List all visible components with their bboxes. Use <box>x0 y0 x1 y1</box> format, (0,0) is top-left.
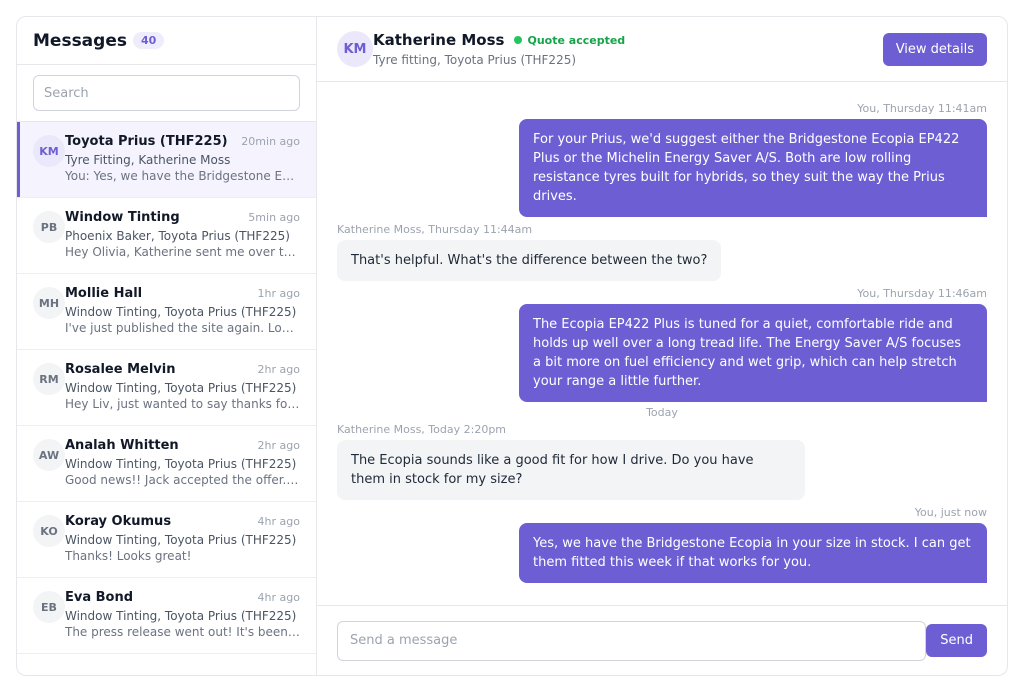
conversation-time: 5min ago <box>248 211 300 224</box>
conversation-body: Analah Whitten 2hr ago Window Tinting, T… <box>65 438 300 501</box>
status-label: Quote accepted <box>527 33 626 47</box>
view-details-button[interactable]: View details <box>882 32 987 66</box>
message-bubble: The Ecopia EP422 Plus is tuned for a qui… <box>519 304 987 402</box>
conversation-name: Toyota Prius (THF225) <box>65 134 228 149</box>
message-bubble: That's helpful. What's the difference be… <box>337 240 722 281</box>
conversation-item[interactable]: EB Eva Bond 4hr ago Window Tinting, Toyo… <box>17 578 316 654</box>
conversation-item[interactable]: AW Analah Whitten 2hr ago Window Tinting… <box>17 426 316 502</box>
message-outgoing: You, Thursday 11:46am The Ecopia EP422 P… <box>337 287 987 402</box>
conversation-body: Mollie Hall 1hr ago Window Tinting, Toyo… <box>65 286 300 349</box>
chat-panel: KM Katherine Moss Quote accepted Tyre fi… <box>317 17 1007 675</box>
sidebar-header: Messages 40 <box>17 17 316 65</box>
conversation-preview: You: Yes, we have the Bridgestone Ecopia… <box>65 169 300 183</box>
conversation-name: Rosalee Melvin <box>65 362 176 377</box>
conversation-body: Eva Bond 4hr ago Window Tinting, Toyota … <box>65 590 300 653</box>
date-divider: Today <box>646 406 678 419</box>
conversation-preview: Thanks! Looks great! <box>65 549 192 563</box>
conversation-top: Eva Bond 4hr ago <box>65 590 300 608</box>
contact-name: Katherine Moss <box>373 31 505 49</box>
conversation-item[interactable]: PB Window Tinting 5min ago Phoenix Baker… <box>17 198 316 274</box>
conversation-item[interactable]: MH Mollie Hall 1hr ago Window Tinting, T… <box>17 274 316 350</box>
contact-row: Katherine Moss Quote accepted <box>373 31 625 49</box>
conversation-body: Toyota Prius (THF225) 20min ago Tyre Fit… <box>65 134 300 197</box>
conversation-name: Analah Whitten <box>65 438 179 453</box>
conversation-preview: Good news!! Jack accepted the offer. I'v… <box>65 473 300 487</box>
avatar: KO <box>33 515 65 547</box>
conversation-subtitle: Window Tinting, Toyota Prius (THF225) <box>65 457 297 471</box>
message-bubble: For your Prius, we'd suggest either the … <box>519 119 987 217</box>
conversation-time: 4hr ago <box>257 515 300 528</box>
conversation-item[interactable]: KO Koray Okumus 4hr ago Window Tinting, … <box>17 502 316 578</box>
conversation-top: Koray Okumus 4hr ago <box>65 514 300 532</box>
conversation-body: Window Tinting 5min ago Phoenix Baker, T… <box>65 210 300 273</box>
message-meta: You, Thursday 11:46am <box>857 287 987 300</box>
message-meta: You, just now <box>914 506 987 519</box>
conversation-subtitle: Window Tinting, Toyota Prius (THF225) <box>65 533 297 547</box>
search-input[interactable] <box>33 75 300 111</box>
status-badge: Quote accepted <box>514 34 625 47</box>
contact-info: Katherine Moss Quote accepted Tyre fitti… <box>373 31 625 67</box>
avatar: KM <box>33 135 65 167</box>
avatar: RM <box>33 363 65 395</box>
conversation-top: Window Tinting 5min ago <box>65 210 300 228</box>
message-count-badge: 40 <box>132 32 165 49</box>
conversation-preview: I've just published the site again. Look… <box>65 321 300 335</box>
conversation-body: Koray Okumus 4hr ago Window Tinting, Toy… <box>65 514 300 577</box>
message-outgoing: You, just now Yes, we have the Bridgesto… <box>337 506 987 583</box>
conversation-item[interactable]: KM Toyota Prius (THF225) 20min ago Tyre … <box>17 122 316 198</box>
contact-avatar: KM <box>337 31 373 67</box>
conversation-name: Window Tinting <box>65 210 180 225</box>
conversation-list: KM Toyota Prius (THF225) 20min ago Tyre … <box>17 122 316 675</box>
conversation-top: Analah Whitten 2hr ago <box>65 438 300 456</box>
conversation-body: Rosalee Melvin 2hr ago Window Tinting, T… <box>65 362 300 425</box>
message-incoming: Katherine Moss, Today 2:20pm The Ecopia … <box>337 423 987 500</box>
message-meta: Katherine Moss, Thursday 11:44am <box>337 223 533 236</box>
conversation-subtitle: Phoenix Baker, Toyota Prius (THF225) <box>65 229 290 243</box>
conversation-time: 1hr ago <box>257 287 300 300</box>
conversation-preview: Hey Olivia, Katherine sent me over the l… <box>65 245 300 259</box>
avatar: PB <box>33 211 65 243</box>
message-input[interactable] <box>337 620 927 661</box>
send-button[interactable]: Send <box>926 624 987 657</box>
conversation-top: Rosalee Melvin 2hr ago <box>65 362 300 380</box>
message-composer: Send <box>317 605 1007 675</box>
conversation-name: Eva Bond <box>65 590 134 605</box>
conversation-subtitle: Window Tinting, Toyota Prius (THF225) <box>65 609 297 623</box>
conversation-time: 4hr ago <box>257 591 300 604</box>
conversation-top: Mollie Hall 1hr ago <box>65 286 300 304</box>
message-incoming: Katherine Moss, Thursday 11:44am That's … <box>337 223 987 281</box>
status-dot-icon <box>514 36 523 44</box>
avatar: MH <box>33 287 65 319</box>
conversation-name: Mollie Hall <box>65 286 143 301</box>
message-bubble: The Ecopia sounds like a good fit for ho… <box>337 440 805 500</box>
message-meta: You, Thursday 11:41am <box>857 102 987 115</box>
message-meta: Katherine Moss, Today 2:20pm <box>337 423 507 436</box>
search-container <box>17 65 316 122</box>
sidebar-title: Messages <box>33 30 127 51</box>
conversation-subtitle: Tyre Fitting, Katherine Moss <box>65 153 231 167</box>
conversation-time: 2hr ago <box>257 439 300 452</box>
avatar: AW <box>33 439 65 471</box>
conversation-time: 20min ago <box>241 135 300 148</box>
conversation-subtitle: Window Tinting, Toyota Prius (THF225) <box>65 381 297 395</box>
conversation-preview: Hey Liv, just wanted to say thanks for t… <box>65 397 300 411</box>
contact-subtitle: Tyre fitting, Toyota Prius (THF225) <box>373 53 577 67</box>
conversation-item[interactable]: RM Rosalee Melvin 2hr ago Window Tinting… <box>17 350 316 426</box>
message-outgoing: You, Thursday 11:41am For your Prius, we… <box>337 102 987 217</box>
message-bubble: Yes, we have the Bridgestone Ecopia in y… <box>519 523 987 583</box>
conversation-time: 2hr ago <box>257 363 300 376</box>
conversation-subtitle: Window Tinting, Toyota Prius (THF225) <box>65 305 297 319</box>
avatar: EB <box>33 591 65 623</box>
messages-app: Messages 40 KM Toyota Prius (THF225) 20m… <box>16 16 1008 676</box>
conversation-name: Koray Okumus <box>65 514 172 529</box>
conversation-sidebar: Messages 40 KM Toyota Prius (THF225) 20m… <box>17 17 317 675</box>
chat-header: KM Katherine Moss Quote accepted Tyre fi… <box>317 17 1007 82</box>
message-thread: You, Thursday 11:41am For your Prius, we… <box>317 82 1007 605</box>
conversation-top: Toyota Prius (THF225) 20min ago <box>65 134 300 152</box>
conversation-preview: The press release went out! It's been sh… <box>65 625 300 639</box>
